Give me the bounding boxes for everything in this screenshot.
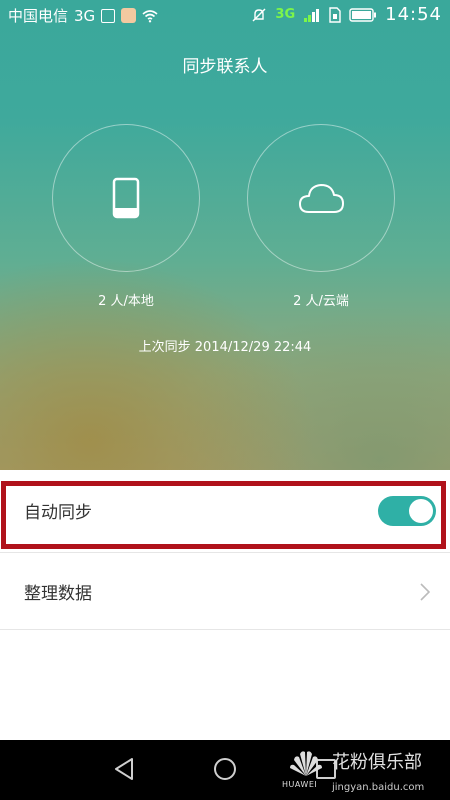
mute-icon [252, 8, 266, 21]
image-notification-icon [101, 8, 116, 23]
organize-data-row[interactable]: 整理数据 [0, 552, 450, 630]
network-type: 3G [74, 6, 96, 25]
cloud-count-label: 2 人/云端 [293, 294, 349, 309]
chevron-right-icon [420, 583, 430, 601]
network-type-green: 3G [275, 7, 296, 22]
watermark: HUAWEI 花粉俱乐部 jingyan.baidu.com [282, 744, 442, 798]
huawei-logo-icon [290, 751, 322, 776]
app-notification-icon [121, 8, 137, 23]
auto-sync-label: 自动同步 [24, 502, 92, 523]
organize-data-label: 整理数据 [24, 583, 92, 604]
watermark-url: jingyan.baidu.com [332, 782, 425, 793]
toggle-knob [409, 499, 433, 523]
phone-icon [112, 177, 140, 219]
local-contacts-circle[interactable] [52, 124, 200, 272]
status-bar: 中国电信 3G 3G 14:54 [0, 0, 450, 30]
status-right: 3G 14:54 [251, 4, 442, 25]
last-sync-time: 上次同步 2014/12/29 22:44 [138, 340, 312, 355]
page-title: 同步联系人 [182, 57, 268, 77]
wifi-icon [142, 9, 158, 22]
sim-icon [329, 6, 341, 23]
status-left: 中国电信 3G [8, 5, 158, 26]
carrier-name: 中国电信 [8, 7, 69, 25]
watermark-text: 花粉俱乐部 [332, 752, 422, 773]
back-icon[interactable] [112, 756, 138, 782]
local-count-label: 2 人/本地 [98, 294, 154, 309]
auto-sync-toggle[interactable] [378, 496, 436, 526]
signal-icon [304, 8, 320, 22]
auto-sync-row[interactable]: 自动同步 [0, 470, 450, 550]
battery-icon [349, 7, 377, 22]
cloud-icon [299, 184, 344, 213]
cloud-contacts-circle[interactable] [247, 124, 395, 272]
home-icon[interactable] [212, 756, 238, 782]
clock: 14:54 [385, 4, 442, 25]
watermark-brand: HUAWEI [282, 780, 318, 789]
